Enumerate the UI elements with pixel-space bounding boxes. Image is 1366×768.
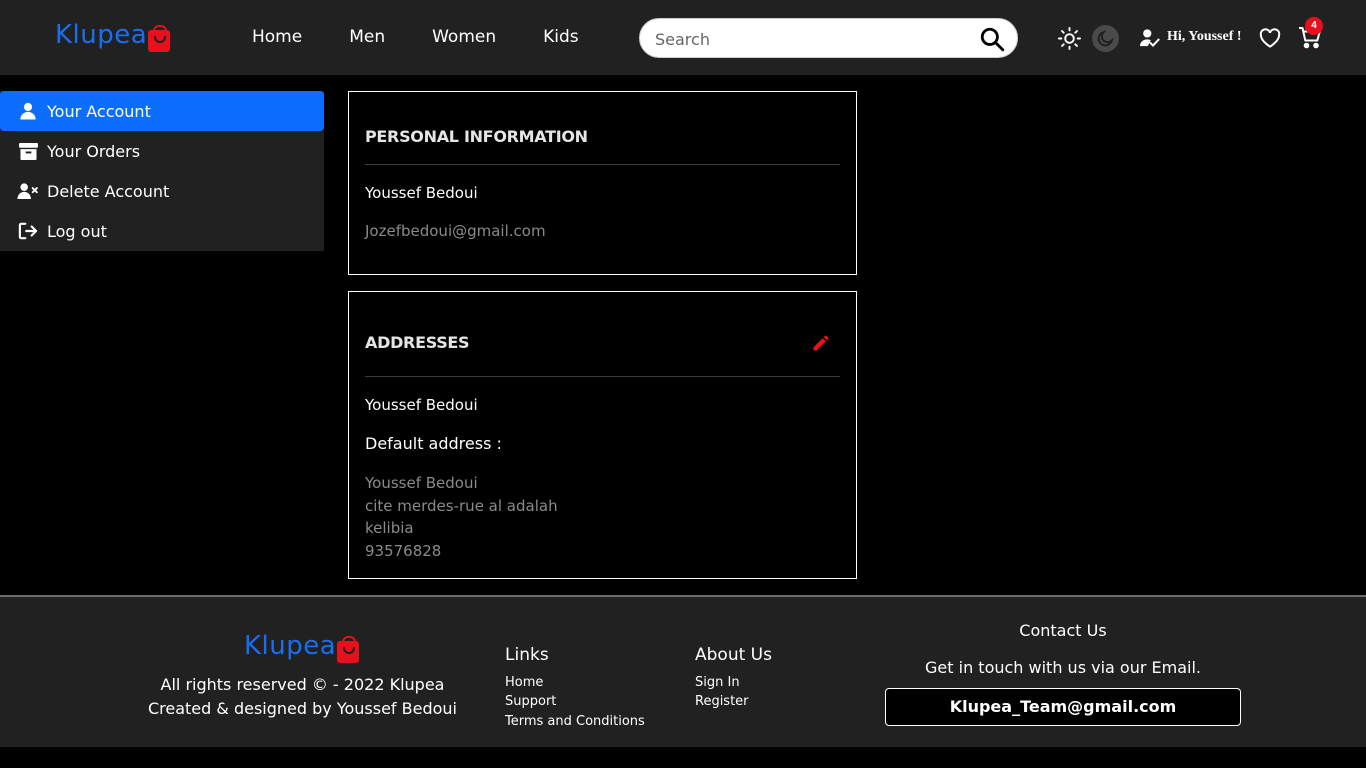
nav-kids-link[interactable]: Kids xyxy=(543,27,579,47)
nav-women-link[interactable]: Women xyxy=(432,27,496,47)
divider xyxy=(365,164,840,165)
shopping-bag-icon xyxy=(148,25,171,52)
address-line: cite merdes-rue al adalah xyxy=(365,496,558,515)
personal-information-card: PERSONAL INFORMATION Youssef Bedoui Joze… xyxy=(348,91,857,275)
address-line: 93576828 xyxy=(365,541,442,560)
address-line: Youssef Bedoui xyxy=(365,474,478,492)
shopping-bag-icon xyxy=(337,636,360,663)
user-greeting: Hi, Youssef ! xyxy=(1167,29,1242,44)
brand-logo[interactable]: Klupea xyxy=(55,20,171,52)
divider xyxy=(365,376,840,377)
address-block: Youssef Bedoui cite merdes-rue al adalah… xyxy=(365,472,558,562)
links-heading: Links xyxy=(505,645,549,665)
sun-icon[interactable] xyxy=(1058,27,1081,50)
card-title: ADDRESSES xyxy=(365,333,470,352)
nav-men-link[interactable]: Men xyxy=(349,27,385,47)
sidebar-item-label: Your Orders xyxy=(47,141,141,161)
site-footer: Klupea All rights reserved © - 2022 Klup… xyxy=(0,597,1366,747)
footer-brand-logo[interactable]: Klupea xyxy=(244,631,360,663)
nav-home-link[interactable]: Home xyxy=(252,27,302,47)
user-x-icon xyxy=(17,181,39,201)
dark-mode-toggle[interactable] xyxy=(1092,25,1119,52)
about-heading: About Us xyxy=(695,645,772,665)
footer-link-home[interactable]: Home xyxy=(505,675,543,690)
moon-icon xyxy=(1097,30,1114,47)
footer-link-register[interactable]: Register xyxy=(695,694,749,709)
top-navbar: Klupea Home Men Women Kids Hi, Youssef ! xyxy=(0,0,1366,75)
search-icon[interactable] xyxy=(979,26,1005,52)
sidebar-item-your-account[interactable]: Your Account xyxy=(0,91,324,131)
main-nav: Home Men Women Kids xyxy=(252,27,626,47)
footer-link-terms[interactable]: Terms and Conditions xyxy=(505,714,645,729)
cart-count-badge: 4 xyxy=(1305,17,1323,35)
heart-icon[interactable] xyxy=(1259,28,1281,48)
card-title: PERSONAL INFORMATION xyxy=(365,127,588,146)
sidebar-item-label: Your Account xyxy=(47,101,151,121)
search-input[interactable] xyxy=(655,28,975,50)
archive-icon xyxy=(17,141,39,161)
sidebar-item-label: Delete Account xyxy=(47,181,170,201)
brand-name: Klupea xyxy=(244,631,337,661)
logout-icon xyxy=(17,221,39,241)
contact-email-button[interactable]: Klupea_Team@gmail.com xyxy=(885,688,1241,726)
footer-link-sign-in[interactable]: Sign In xyxy=(695,675,740,690)
sidebar-item-your-orders[interactable]: Your Orders xyxy=(0,131,324,171)
user-check-icon[interactable] xyxy=(1139,28,1161,48)
brand-name: Klupea xyxy=(55,20,148,50)
pencil-icon[interactable] xyxy=(811,333,831,353)
address-owner-name: Youssef Bedoui xyxy=(365,396,478,414)
address-line: kelibia xyxy=(365,519,414,537)
account-sidebar: Your Account Your Orders Delete Account … xyxy=(0,91,324,251)
credit-text: Created & designed by Youssef Bedoui xyxy=(147,699,457,718)
user-full-name: Youssef Bedoui xyxy=(365,184,478,202)
user-email: Jozefbedoui@gmail.com xyxy=(365,222,546,240)
addresses-card: ADDRESSES Youssef Bedoui Default address… xyxy=(348,291,857,579)
sidebar-item-label: Log out xyxy=(47,221,107,241)
contact-heading: Contact Us xyxy=(1019,621,1107,640)
contact-text: Get in touch with us via our Email. xyxy=(925,658,1201,677)
search-bar xyxy=(639,18,1018,58)
sidebar-item-delete-account[interactable]: Delete Account xyxy=(0,171,324,211)
user-icon xyxy=(17,101,39,121)
footer-link-support[interactable]: Support xyxy=(505,694,556,709)
copyright-text: All rights reserved © - 2022 Klupea xyxy=(160,675,445,694)
sidebar-item-log-out[interactable]: Log out xyxy=(0,211,324,251)
default-address-label: Default address : xyxy=(365,434,502,453)
